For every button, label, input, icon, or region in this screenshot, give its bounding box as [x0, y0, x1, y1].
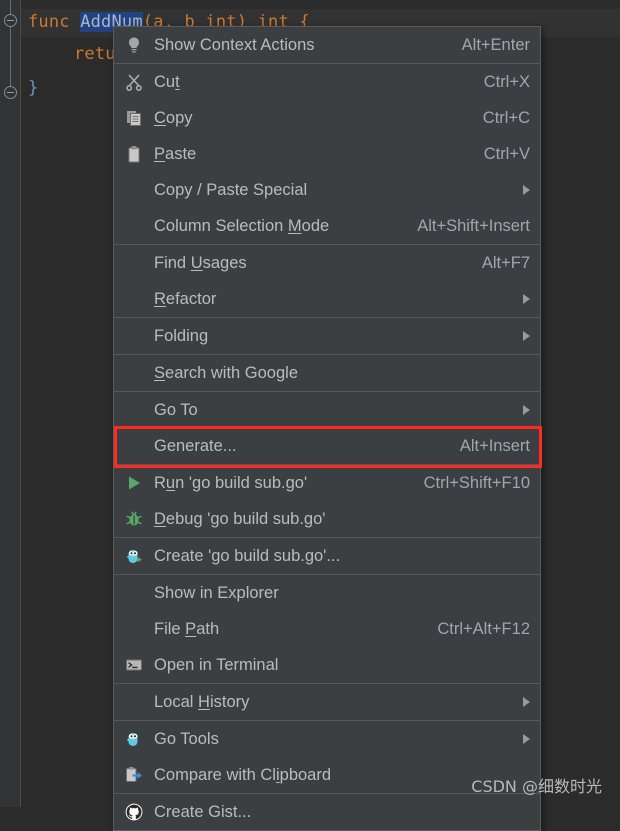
keyword-func: func [28, 12, 70, 32]
menu-item-show-in-explorer[interactable]: Show in Explorer [114, 575, 540, 611]
submenu-arrow-icon [523, 697, 530, 707]
icon-placeholder [120, 691, 148, 713]
menu-item-folding[interactable]: Folding [114, 318, 540, 354]
scissors-icon [120, 71, 148, 93]
menu-item-shortcut: Ctrl+X [483, 72, 530, 91]
icon-placeholder [120, 288, 148, 310]
menu-item-label: Search with Google [154, 363, 299, 382]
menu-item-shortcut: Ctrl+C [482, 108, 530, 127]
copy-icon [120, 107, 148, 129]
menu-item-go-tools[interactable]: Go Tools [114, 721, 540, 757]
menu-item-copy[interactable]: Copy Ctrl+C [114, 100, 540, 136]
menu-item-label: Find Usages [154, 253, 247, 272]
icon-placeholder [120, 618, 148, 640]
icon-placeholder [120, 215, 148, 237]
fold-marker-collapse-end-icon[interactable] [4, 86, 17, 99]
menu-item-open-in-terminal[interactable]: Open in Terminal [114, 647, 540, 683]
menu-item-label: Paste [154, 144, 197, 163]
editor-context-menu[interactable]: Show Context Actions Alt+Enter Cut Ctrl+X … [113, 26, 542, 831]
submenu-arrow-icon [523, 331, 530, 341]
menu-item-paste[interactable]: Paste Ctrl+V [114, 136, 540, 172]
menu-item-generate[interactable]: Generate... Alt+Insert [114, 428, 540, 464]
menu-item-find-usages[interactable]: Find Usages Alt+F7 [114, 245, 540, 281]
icon-placeholder [120, 399, 148, 421]
run-icon [120, 472, 148, 494]
submenu-arrow-icon [523, 185, 530, 195]
menu-item-label: Run 'go build sub.go' [154, 473, 308, 492]
menu-item-label: File Path [154, 619, 220, 638]
menu-item-label: Copy / Paste Special [154, 180, 308, 199]
menu-item-label: Local History [154, 692, 250, 711]
menu-item-show-context-actions[interactable]: Show Context Actions Alt+Enter [114, 27, 540, 63]
menu-item-shortcut: Ctrl+V [483, 144, 530, 163]
icon-placeholder [120, 435, 148, 457]
menu-item-search-with-google[interactable]: Search with Google [114, 355, 540, 391]
menu-item-go-to[interactable]: Go To [114, 392, 540, 428]
menu-item-label: Generate... [154, 436, 237, 455]
lightbulb-icon [120, 34, 148, 56]
watermark: CSDN @细数时光 [471, 777, 602, 796]
github-icon [120, 801, 148, 823]
menu-item-column-selection-mode[interactable]: Column Selection Mode Alt+Shift+Insert [114, 208, 540, 244]
icon-placeholder [120, 362, 148, 384]
compare-clipboard-icon [120, 764, 148, 786]
menu-item-shortcut: Alt+Shift+Insert [417, 216, 530, 235]
code-line-closing-brace: } [28, 78, 38, 98]
menu-item-create-go-build-sub-go[interactable]: Create 'go build sub.go'... [114, 538, 540, 574]
menu-item-label: Go Tools [154, 729, 219, 748]
fold-marker-collapse-icon[interactable] [4, 14, 17, 27]
editor-gutter[interactable] [0, 0, 21, 807]
icon-placeholder [120, 179, 148, 201]
menu-item-cut[interactable]: Cut Ctrl+X [114, 64, 540, 100]
menu-item-shortcut: Ctrl+Shift+F10 [423, 473, 530, 492]
menu-item-label: Create 'go build sub.go'... [154, 546, 341, 565]
menu-item-debug-go-build-sub-go[interactable]: Debug 'go build sub.go' [114, 501, 540, 537]
menu-item-label: Copy [154, 108, 193, 127]
menu-item-label: Cut [154, 72, 180, 91]
debug-icon [120, 508, 148, 530]
go-gopher-icon [120, 728, 148, 750]
menu-item-label: Show Context Actions [154, 35, 315, 54]
menu-item-label: Refactor [154, 289, 217, 308]
menu-item-label: Debug 'go build sub.go' [154, 509, 326, 528]
menu-item-shortcut: Alt+Enter [461, 35, 530, 54]
menu-item-run-go-build-sub-go[interactable]: Run 'go build sub.go' Ctrl+Shift+F10 [114, 465, 540, 501]
menu-item-create-gist[interactable]: Create Gist... [114, 794, 540, 830]
menu-item-shortcut: Ctrl+Alt+F12 [437, 619, 530, 638]
menu-item-shortcut: Alt+F7 [481, 253, 530, 272]
submenu-arrow-icon [523, 405, 530, 415]
icon-placeholder [120, 252, 148, 274]
menu-item-label: Go To [154, 400, 198, 419]
go-gopher-run-icon [120, 545, 148, 567]
terminal-icon [120, 654, 148, 676]
closing-brace: } [28, 78, 39, 98]
menu-item-label: Column Selection Mode [154, 216, 330, 235]
menu-item-copy-paste-special[interactable]: Copy / Paste Special [114, 172, 540, 208]
menu-item-file-path[interactable]: File Path Ctrl+Alt+F12 [114, 611, 540, 647]
clipboard-icon [120, 143, 148, 165]
submenu-arrow-icon [523, 734, 530, 744]
menu-item-refactor[interactable]: Refactor [114, 281, 540, 317]
icon-placeholder [120, 325, 148, 347]
menu-item-shortcut: Alt+Insert [459, 436, 530, 455]
menu-item-label: Create Gist... [154, 802, 252, 821]
menu-item-label: Show in Explorer [154, 583, 279, 602]
menu-item-local-history[interactable]: Local History [114, 684, 540, 720]
menu-item-label: Folding [154, 326, 209, 345]
menu-item-label: Open in Terminal [154, 655, 279, 674]
icon-placeholder [120, 582, 148, 604]
submenu-arrow-icon [523, 294, 530, 304]
